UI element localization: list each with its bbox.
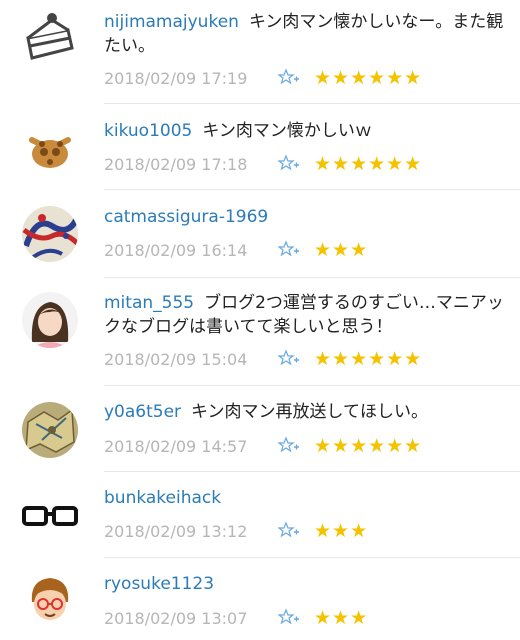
comment-date[interactable]: 2018/02/09 13:07 [104, 607, 266, 631]
add-star-icon[interactable] [278, 608, 300, 626]
comment-date[interactable]: 2018/02/09 13:12 [104, 520, 266, 544]
comment-meta: 2018/02/09 15:04 ★★★★★★ [104, 347, 422, 371]
comment-body: bunkakeihack [104, 486, 504, 510]
divider [104, 557, 520, 558]
divider [104, 189, 520, 190]
comment-username[interactable]: bunkakeihack [104, 488, 221, 508]
star-rating[interactable]: ★★★★★★ [314, 435, 422, 457]
star-rating[interactable]: ★★★★★★ [314, 153, 422, 175]
star-rating[interactable]: ★★★ [314, 520, 368, 542]
comment-body: kikuo1005 キン肉マン懐かしいｗ [104, 119, 504, 143]
comment-username[interactable]: catmassigura-1969 [104, 207, 268, 227]
comment-meta: 2018/02/09 17:18 ★★★★★★ [104, 152, 422, 176]
add-star-icon[interactable] [278, 436, 300, 454]
star-rating[interactable]: ★★★ [314, 607, 368, 629]
comment-date[interactable]: 2018/02/09 14:57 [104, 435, 266, 459]
comment-meta: 2018/02/09 16:14 ★★★ [104, 238, 368, 262]
cake-icon[interactable] [22, 8, 78, 64]
star-rating[interactable]: ★★★★★★ [314, 348, 422, 370]
map-icon[interactable] [22, 402, 78, 458]
comment-username[interactable]: nijimamajyuken [104, 12, 239, 32]
comment-meta: 2018/02/09 17:19 ★★★★★★ [104, 66, 422, 90]
divider [104, 385, 520, 386]
comment-username[interactable]: y0a6t5er [104, 402, 181, 422]
comment-body: ryosuke1123 [104, 572, 504, 596]
woman-icon[interactable] [22, 292, 78, 348]
add-star-icon[interactable] [278, 349, 300, 367]
comment-date[interactable]: 2018/02/09 17:18 [104, 153, 266, 177]
comment-meta: 2018/02/09 14:57 ★★★★★★ [104, 434, 422, 458]
comment-username[interactable]: ryosuke1123 [104, 574, 214, 594]
divider [104, 471, 520, 472]
comment-body: mitan_555 ブログ2つ運営するのすごい…マニアックなブログは書いてて楽しい… [104, 291, 504, 339]
add-star-icon[interactable] [278, 240, 300, 258]
comment-body: nijimamajyuken キン肉マン懐かしいなー。また観たい。 [104, 10, 504, 58]
add-star-icon[interactable] [278, 68, 300, 86]
add-star-icon[interactable] [278, 521, 300, 539]
comment-username[interactable]: mitan_555 [104, 293, 194, 313]
boy-icon[interactable] [22, 572, 78, 628]
comment-list: nijimamajyuken キン肉マン懐かしいなー。また観たい。 2018/02… [0, 0, 520, 640]
comment-text: キン肉マン再放送してほしい。 [191, 402, 429, 422]
comment-username[interactable]: kikuo1005 [104, 121, 192, 141]
comment-meta: 2018/02/09 13:12 ★★★ [104, 519, 368, 543]
comment-meta: 2018/02/09 13:07 ★★★ [104, 606, 368, 630]
comment-text: キン肉マン懐かしいｗ [202, 121, 372, 141]
comment-date[interactable]: 2018/02/09 17:19 [104, 67, 266, 91]
comment-date[interactable]: 2018/02/09 15:04 [104, 348, 266, 372]
giraffe-icon[interactable] [22, 122, 78, 178]
pattern-icon[interactable] [22, 206, 78, 262]
comment-body: y0a6t5er キン肉マン再放送してほしい。 [104, 400, 504, 424]
comment-date[interactable]: 2018/02/09 16:14 [104, 239, 266, 263]
divider [104, 277, 520, 278]
divider [104, 103, 520, 104]
star-rating[interactable]: ★★★ [314, 239, 368, 261]
add-star-icon[interactable] [278, 154, 300, 172]
glasses-icon[interactable] [22, 488, 78, 544]
comment-body: catmassigura-1969 [104, 205, 504, 229]
star-rating[interactable]: ★★★★★★ [314, 67, 422, 89]
